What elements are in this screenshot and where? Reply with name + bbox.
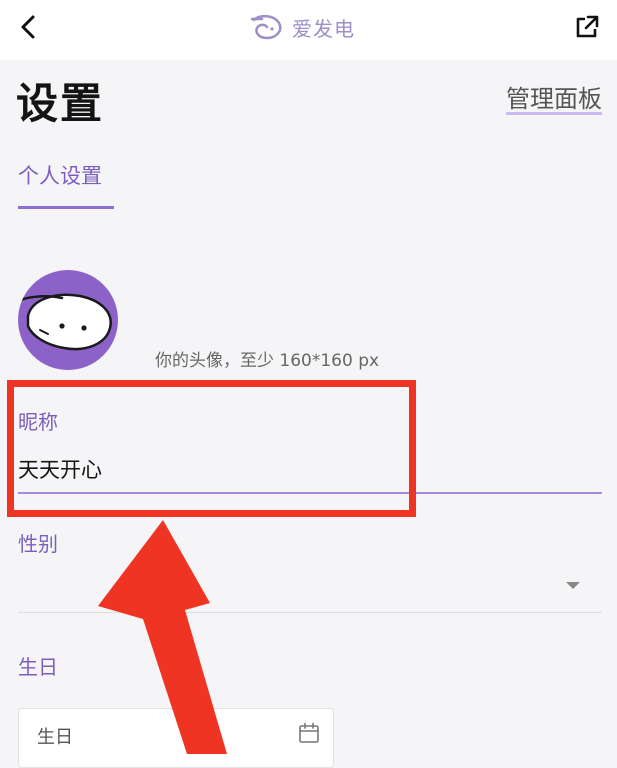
annotation-arrow (98, 520, 227, 754)
